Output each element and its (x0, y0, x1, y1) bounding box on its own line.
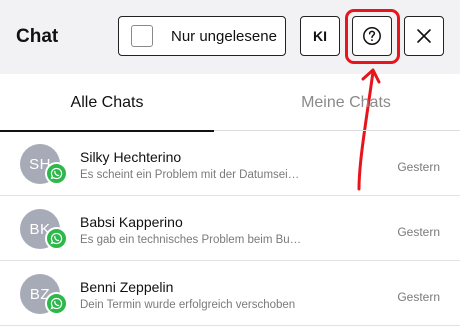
chat-list-item[interactable]: BZ Benni Zeppelin Dein Termin wurde erfo… (0, 261, 460, 326)
chat-list-item[interactable]: BK Babsi Kapperino Es gab ein technische… (0, 196, 460, 261)
unread-only-label: Nur ungelesene (171, 27, 277, 45)
whatsapp-icon (45, 292, 68, 315)
page-title: Chat (16, 26, 59, 47)
whatsapp-icon (45, 162, 68, 185)
chat-contact-name: Babsi Kapperino (80, 214, 183, 230)
tab-all-chats[interactable]: Alle Chats (0, 74, 214, 132)
unread-checkbox[interactable] (131, 25, 153, 47)
close-button[interactable] (404, 16, 444, 56)
chat-tabs: Alle Chats Meine Chats (0, 74, 460, 132)
whatsapp-icon (45, 227, 68, 250)
chat-list: SH Silky Hechterino Es scheint ein Probl… (0, 131, 460, 326)
chat-list-item[interactable]: SH Silky Hechterino Es scheint ein Probl… (0, 131, 460, 196)
unread-only-toggle[interactable]: Nur ungelesene (118, 16, 286, 56)
chat-timestamp: Gestern (397, 290, 440, 304)
chat-contact-name: Silky Hechterino (80, 149, 182, 165)
chat-header: Chat Nur ungelesene KI (0, 0, 460, 74)
chat-timestamp: Gestern (397, 225, 440, 239)
chat-timestamp: Gestern (397, 160, 440, 174)
chat-message-preview: Es scheint ein Problem mit der Datumsein… (80, 169, 304, 181)
chat-contact-name: Benni Zeppelin (80, 279, 174, 295)
ki-button[interactable]: KI (300, 16, 340, 56)
help-button[interactable] (352, 16, 392, 56)
chat-message-preview: Dein Termin wurde erfolgreich verschoben (80, 299, 296, 311)
chat-message-preview: Es gab ein technisches Problem beim Buch… (80, 234, 304, 246)
tab-my-chats[interactable]: Meine Chats (232, 74, 460, 131)
help-icon (363, 27, 381, 45)
close-icon (417, 29, 431, 43)
